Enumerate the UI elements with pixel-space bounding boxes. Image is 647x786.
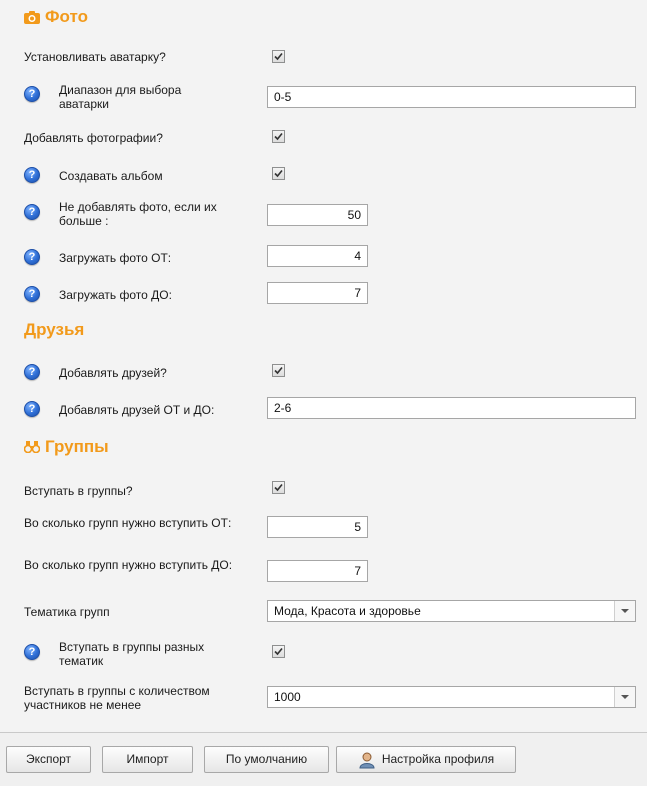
create-album-checkbox[interactable] (272, 167, 285, 180)
section-title-text: Друзья (24, 320, 85, 339)
skip-if-more-label: Не добавлять фото, если их больше : (59, 200, 217, 228)
add-friends-label: Добавлять друзей? (59, 366, 167, 380)
defaults-button[interactable]: По умолчанию (204, 746, 329, 773)
section-title-text: Группы (45, 437, 109, 456)
help-icon[interactable]: ? (24, 401, 40, 417)
join-from-input[interactable]: 5 (267, 516, 368, 538)
settings-panel: Фото Установливать аватарку? ? Диапазон … (0, 0, 647, 733)
user-icon (359, 752, 375, 768)
join-to-label: Во сколько групп нужно вступить ДО: (24, 558, 233, 572)
diff-topics-label: Вступать в группы разных тематик (59, 640, 205, 668)
help-icon[interactable]: ? (24, 204, 40, 220)
add-friends-checkbox[interactable] (272, 364, 285, 377)
friends-range-input[interactable]: 2-6 (267, 397, 636, 419)
export-button[interactable]: Экспорт (6, 746, 91, 773)
section-title-text: Фото (45, 7, 88, 26)
defaults-button-label: По умолчанию (225, 752, 308, 766)
camera-icon (24, 10, 40, 24)
topic-label: Тематика групп (24, 605, 110, 619)
join-groups-label: Вступать в группы? (24, 484, 133, 498)
join-from-label: Во сколько групп нужно вступить ОТ: (24, 516, 232, 530)
friends-range-label: Добавлять друзей ОТ и ДО: (59, 403, 215, 417)
upload-to-input[interactable]: 7 (267, 282, 368, 304)
min-members-value: 1000 (274, 690, 301, 704)
help-icon[interactable]: ? (24, 644, 40, 660)
section-groups-title: Группы (24, 437, 109, 457)
export-button-label: Экспорт (25, 752, 72, 766)
profile-settings-button-label: Настройка профиля (381, 752, 495, 766)
section-photo-title: Фото (24, 7, 88, 27)
topic-select-value: Мода, Красота и здоровье (274, 604, 421, 618)
profile-settings-button[interactable]: Настройка профиля (336, 746, 516, 773)
upload-to-label: Загружать фото ДО: (59, 288, 172, 302)
join-groups-checkbox[interactable] (272, 481, 285, 494)
skip-if-more-input[interactable]: 50 (267, 204, 368, 226)
chevron-down-icon[interactable] (614, 601, 635, 621)
section-friends-title: Друзья (24, 320, 84, 340)
avatar-range-input[interactable]: 0-5 (267, 86, 636, 108)
help-icon[interactable]: ? (24, 364, 40, 380)
import-button-label: Импорт (126, 752, 169, 766)
help-icon[interactable]: ? (24, 286, 40, 302)
set-avatar-checkbox[interactable] (272, 50, 285, 63)
diff-topics-checkbox[interactable] (272, 645, 285, 658)
chevron-down-icon[interactable] (614, 687, 635, 707)
add-photos-checkbox[interactable] (272, 130, 285, 143)
create-album-label: Создавать альбом (59, 169, 163, 183)
avatar-range-label: Диапазон для выбора аватарки (59, 83, 182, 111)
help-icon[interactable]: ? (24, 249, 40, 265)
upload-from-label: Загружать фото ОТ: (59, 251, 172, 265)
add-photos-label: Добавлять фотографии? (24, 131, 163, 145)
join-to-input[interactable]: 7 (267, 560, 368, 582)
binoculars-icon (24, 441, 40, 453)
help-icon[interactable]: ? (24, 167, 40, 183)
help-icon[interactable]: ? (24, 86, 40, 102)
import-button[interactable]: Импорт (102, 746, 193, 773)
upload-from-input[interactable]: 4 (267, 245, 368, 267)
set-avatar-label: Установливать аватарку? (24, 50, 166, 64)
topic-select[interactable]: Мода, Красота и здоровье (267, 600, 636, 622)
min-members-select[interactable]: 1000 (267, 686, 636, 708)
min-members-label: Вступать в группы с количеством участник… (24, 684, 210, 712)
